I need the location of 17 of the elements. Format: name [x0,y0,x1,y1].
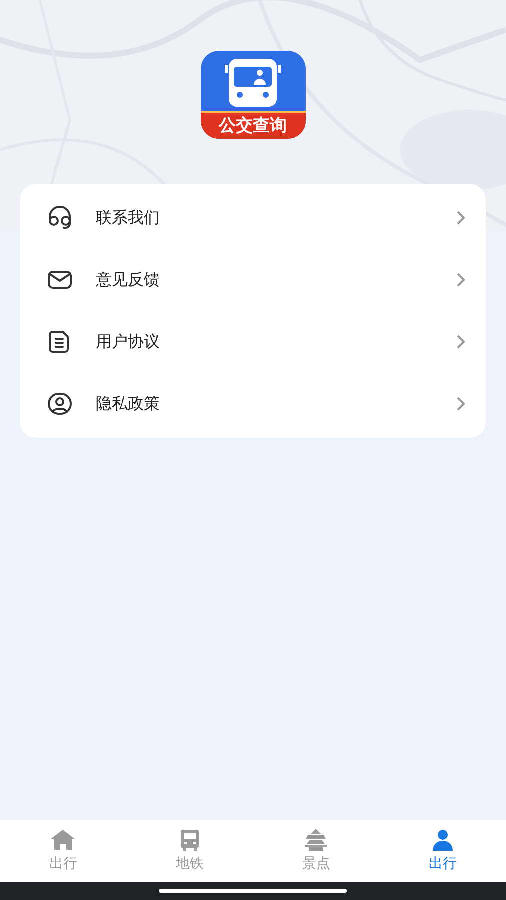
chevron-right-icon [456,272,466,288]
pagoda-icon [303,828,330,852]
headset-icon [46,204,74,232]
menu-label: 隐私政策 [96,393,161,415]
menu-label: 联系我们 [96,207,161,229]
chevron-right-icon [456,396,466,412]
menu-item[interactable]: 隐私政策 [20,373,486,435]
menu-item[interactable]: 意见反馈 [20,249,486,311]
menu-item[interactable]: 用户协议 [20,311,486,373]
menu-label: 意见反馈 [96,269,161,291]
logo-text: 公交查询 [219,115,287,138]
menu-item[interactable]: 联系我们 [20,187,486,249]
chevron-right-icon [456,210,466,226]
tab[interactable]: 出行 [380,820,506,882]
chevron-right-icon [456,334,466,350]
menu-label: 用户协议 [96,331,161,353]
home-icon [50,828,76,852]
